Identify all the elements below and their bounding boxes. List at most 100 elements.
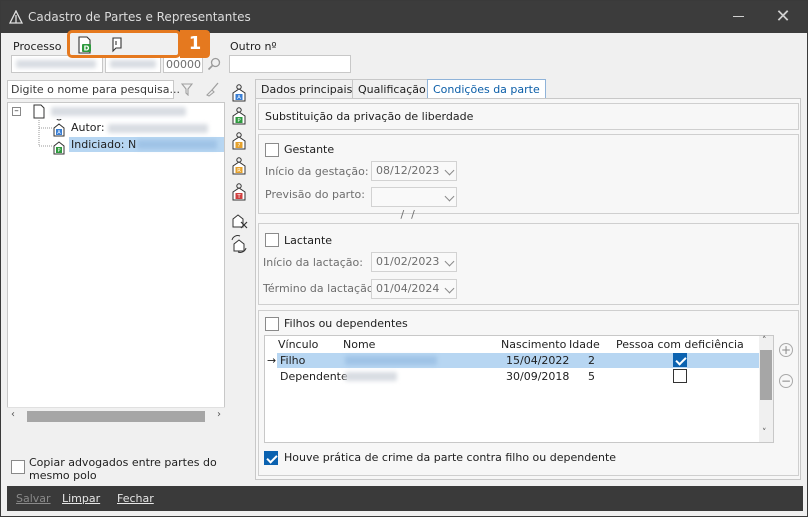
add-witness-icon[interactable]: ? (230, 132, 248, 150)
table-vertical-scrollbar[interactable]: ˄ ˅ (759, 336, 773, 442)
chevron-down-icon[interactable] (444, 165, 455, 176)
tab-dados-principais[interactable]: Dados principais (255, 79, 359, 99)
row-vinculo: Filho (280, 354, 306, 367)
remove-party-icon[interactable] (230, 211, 248, 229)
main-window: Cadastro de Partes e Representantes ✕ Pr… (0, 0, 808, 517)
processo-suffix-value: 00000 (166, 58, 201, 71)
col-deficiencia[interactable]: Pessoa com deficiência (616, 338, 744, 351)
table-row[interactable]: Filho 15/04/2022 2 (277, 353, 759, 368)
tree-collapse-toggle[interactable]: – (12, 107, 21, 116)
col-nome[interactable]: Nome (343, 338, 375, 351)
document-d-icon[interactable]: D (77, 36, 93, 54)
tree-indiciado-row[interactable]: Indiciado: N (69, 137, 224, 152)
inicio-lactacao-value: 01/02/2023 (376, 255, 440, 268)
outro-numero-field[interactable] (229, 55, 351, 73)
previsao-parto-field[interactable]: / / (371, 187, 457, 221)
swap-party-icon[interactable] (230, 235, 248, 253)
close-form-button[interactable]: Fechar (117, 492, 154, 505)
close-button[interactable]: ✕ (773, 7, 793, 27)
remove-row-button[interactable]: − (779, 374, 793, 388)
termino-lactacao-label: Término da lactação: (263, 282, 378, 295)
row-nome-redacted (345, 356, 437, 365)
scroll-up-icon[interactable]: ˄ (762, 336, 767, 346)
add-row-button[interactable]: + (779, 343, 793, 357)
add-passive-party-icon[interactable]: P (230, 107, 248, 125)
row-idade: 2 (588, 354, 595, 367)
tab-qualificacao[interactable]: Qualificação (352, 79, 432, 99)
row-nome-redacted (345, 372, 397, 381)
filter-icon[interactable] (181, 83, 193, 96)
window-title: Cadastro de Partes e Representantes (28, 10, 251, 24)
row-nascimento: 15/04/2022 (506, 354, 570, 367)
process-node-redacted (51, 107, 186, 116)
bookmark-icon[interactable] (110, 37, 124, 53)
party-search-input[interactable]: Digite o nome para pesquisa... (7, 80, 180, 99)
chevron-down-icon[interactable] (444, 191, 455, 202)
privacao-label: Substituição da privação de liberdade (265, 110, 474, 123)
row-deficiencia-checkbox[interactable] (673, 369, 687, 383)
svg-text:T: T (236, 194, 241, 200)
crime-label: Houve prática de crime da parte contra f… (284, 451, 617, 464)
clear-brush-icon[interactable] (205, 82, 220, 97)
svg-text:?: ? (238, 143, 241, 149)
inicio-gestacao-field[interactable]: 08/12/2023 (371, 161, 457, 181)
row-deficiencia-checkbox[interactable] (673, 353, 687, 367)
add-autor-icon[interactable]: A (230, 84, 248, 102)
scroll-right-icon[interactable]: › (217, 409, 221, 420)
document-icon (33, 104, 45, 119)
row-vinculo: Dependente (280, 370, 348, 383)
chevron-down-icon[interactable] (444, 256, 455, 267)
tab-condicoes-da-parte[interactable]: Condições da parte (427, 79, 546, 99)
svg-text:R: R (237, 168, 241, 174)
col-nascimento[interactable]: Nascimento (501, 338, 566, 351)
callout-number-badge: 1 (180, 30, 210, 58)
table-row[interactable]: Dependente 30/09/2018 5 (277, 369, 759, 384)
lactante-label: Lactante (284, 234, 333, 247)
add-third-party-icon[interactable]: T (230, 183, 248, 201)
tree-indiciado-label: Indiciado: N (71, 138, 137, 151)
scroll-left-icon[interactable]: ‹ (11, 409, 15, 420)
copy-lawyers-label: Copiar advogados entre partes do mesmo p… (29, 456, 217, 482)
inicio-lactacao-field[interactable]: 01/02/2023 (371, 252, 457, 272)
gestante-checkbox[interactable] (265, 143, 279, 157)
tree-autor-label[interactable]: Autor: (71, 121, 105, 134)
highlight-callout: D (67, 30, 181, 58)
tree-horizontal-scrollbar[interactable]: ‹ › (7, 407, 225, 424)
autor-name-redacted (108, 124, 208, 133)
svg-text:A: A (57, 130, 61, 136)
filhos-checkbox[interactable] (265, 317, 279, 331)
party-search-placeholder: Digite o nome para pesquisa... (11, 83, 180, 96)
termino-lactacao-field[interactable]: 01/04/2024 (371, 279, 457, 299)
gestante-label: Gestante (284, 143, 335, 156)
clear-button[interactable]: Limpar (62, 492, 100, 505)
scrollbar-thumb[interactable] (27, 411, 205, 422)
indiciado-party-icon: P (53, 141, 65, 155)
current-row-arrow-icon: → (267, 354, 277, 367)
filhos-table[interactable]: Vínculo Nome Nascimento Idade Pessoa com… (264, 335, 774, 443)
gestante-group: Gestante Início da gestação: 08/12/2023 … (258, 134, 799, 221)
svg-text:P: P (57, 148, 60, 154)
indiciado-name-redacted (137, 140, 217, 149)
col-vinculo[interactable]: Vínculo (278, 338, 318, 351)
inicio-gestacao-label: Início da gestação: (265, 165, 369, 178)
svg-text:A: A (237, 95, 241, 101)
scroll-down-icon[interactable]: ˅ (762, 428, 767, 438)
title-bar: Cadastro de Partes e Representantes ✕ (1, 1, 807, 33)
outro-label: Outro nº (230, 40, 277, 53)
crime-checkbox[interactable] (264, 451, 278, 465)
parties-tree[interactable]: – A Autor: P Indiciado: N (7, 102, 225, 424)
lactante-checkbox[interactable] (265, 233, 279, 247)
svg-text:D: D (84, 45, 90, 53)
search-icon[interactable] (207, 57, 221, 71)
copy-lawyers-checkbox[interactable] (11, 460, 25, 474)
scrollbar-thumb[interactable] (760, 350, 772, 400)
processo-label: Processo (13, 40, 62, 53)
add-representative-icon[interactable]: R (230, 157, 248, 175)
inicio-gestacao-value: 08/12/2023 (376, 164, 440, 177)
save-button[interactable]: Salvar (16, 492, 51, 505)
privacao-header: Substituição da privação de liberdade (258, 103, 799, 130)
col-idade[interactable]: Idade (569, 338, 600, 351)
previsao-parto-label: Previsão do parto: (265, 188, 365, 201)
chevron-down-icon[interactable] (444, 283, 455, 294)
minimize-button[interactable] (733, 16, 744, 17)
